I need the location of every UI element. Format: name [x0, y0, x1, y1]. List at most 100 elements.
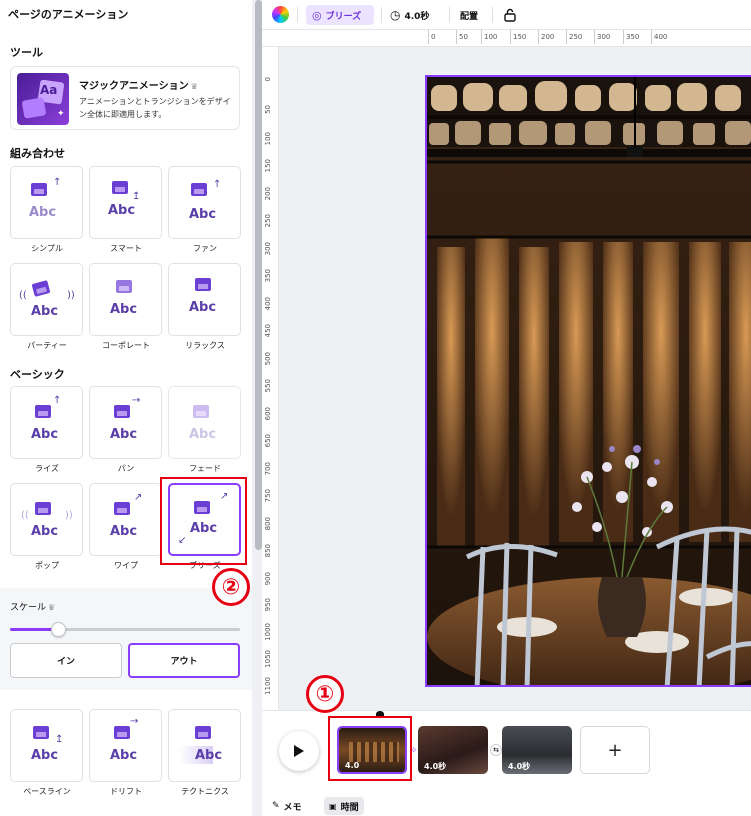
ruler-tick: 300 — [593, 30, 611, 44]
notes-label: メモ — [283, 802, 302, 813]
magic-thumb-text: Aa — [40, 83, 58, 97]
arrow-up-icon: ↑ — [53, 395, 62, 406]
anim-label: リラックス — [185, 341, 225, 350]
ruler-tick: 200 — [264, 187, 272, 201]
image-icon — [35, 405, 51, 418]
ruler-tick: 550 — [264, 379, 272, 393]
crown-icon: ♛ — [190, 82, 198, 91]
abc-text: Abc — [110, 427, 138, 442]
top-toolbar: ◎ ブリーズ ◷ 4.0秒 配置 — [262, 0, 751, 30]
magic-animation-card[interactable]: Aa ✦ マジックアニメーション ♛ アニメーションとトランジションをデザイン全体… — [10, 66, 240, 130]
image-icon — [114, 502, 130, 515]
ruler-tick: 1100 — [264, 677, 272, 695]
top-ruler: 0 50 100 150 200 250 300 350 400 — [262, 30, 751, 47]
anim-tile-pop[interactable]: (( )) Abc — [10, 483, 83, 556]
image-icon — [195, 726, 211, 739]
image-icon — [191, 183, 207, 196]
arrow-up-icon: ↥ — [132, 191, 141, 202]
duration-button[interactable]: ◷ 4.0秒 — [390, 5, 429, 25]
sparkle-icon: ✦ — [57, 109, 65, 119]
ruler-tick: 50 — [264, 105, 272, 114]
anim-tile-fun[interactable]: ↑ Abc — [168, 166, 241, 239]
anim-label: ライズ — [35, 464, 59, 473]
anim-tile-drift[interactable]: → Abc — [89, 709, 162, 782]
scale-in-button[interactable]: イン — [10, 643, 122, 678]
ruler-tick: 600 — [264, 407, 272, 421]
abc-text: Abc — [31, 427, 59, 442]
abc-text: Abc — [110, 748, 138, 763]
annotation-number-one: ① — [306, 675, 344, 713]
abc-text: Abc — [195, 748, 223, 763]
anim-tile-wipe[interactable]: ↗ Abc — [89, 483, 162, 556]
anim-label: テクトニクス — [181, 787, 229, 796]
annotation-number-two: ② — [212, 568, 250, 606]
ruler-tick: 300 — [264, 242, 272, 256]
ruler-tick: 0 — [427, 30, 436, 44]
ruler-tick: 950 — [264, 598, 272, 612]
abc-text: Abc — [110, 302, 138, 317]
arrow-right-icon: → — [132, 395, 141, 406]
abc-text: Abc — [31, 748, 59, 763]
basic-section-title: ベーシック — [10, 368, 65, 381]
animation-icon: ◎ — [312, 8, 322, 22]
shake-lines-icon: (( — [21, 510, 29, 521]
ruler-tick: 1050 — [264, 650, 272, 668]
ruler-tick: 1000 — [264, 623, 272, 641]
anim-tile-pan[interactable]: → Abc — [89, 386, 162, 459]
panel-scrollbar[interactable] — [255, 0, 262, 550]
anim-tile-smart[interactable]: ↥ Abc — [89, 166, 162, 239]
scale-out-button[interactable]: アウト — [128, 643, 240, 678]
shake-lines-icon: (( — [19, 290, 27, 301]
abc-text: Abc — [189, 300, 217, 315]
anim-label: スマート — [110, 244, 142, 253]
lock-button[interactable] — [504, 5, 516, 25]
ruler-tick: 100 — [264, 132, 272, 146]
animation-button[interactable]: ◎ ブリーズ — [306, 5, 374, 25]
timer-button[interactable]: ▣ 時間 — [324, 797, 364, 815]
unlock-icon — [504, 8, 516, 22]
anim-tile-baseline[interactable]: ↥ Abc — [10, 709, 83, 782]
play-icon — [294, 745, 304, 757]
annotation-box-breeze — [160, 477, 247, 565]
anim-tile-rise[interactable]: ↑ Abc — [10, 386, 83, 459]
shake-lines-icon: )) — [65, 510, 73, 521]
arrow-up-right-icon: ↗ — [134, 492, 143, 503]
ruler-tick: 350 — [264, 269, 272, 283]
add-page-button[interactable]: + — [580, 726, 650, 774]
ruler-tick: 400 — [264, 297, 272, 311]
duration-label: 4.0秒 — [404, 11, 430, 22]
anim-label: シンプル — [31, 244, 63, 253]
color-picker-button[interactable] — [272, 6, 289, 23]
arrow-right-icon: → — [130, 716, 139, 727]
play-button[interactable] — [279, 731, 319, 771]
ruler-tick: 150 — [509, 30, 527, 44]
clip-duration: 4.0秒 — [424, 762, 447, 771]
anim-tile-tectonics[interactable]: Abc — [168, 709, 241, 782]
timeline-clip-3[interactable]: 4.0秒 — [502, 726, 572, 774]
image-icon — [116, 280, 132, 293]
image-icon — [31, 280, 51, 297]
notes-button[interactable]: ✎ メモ — [272, 797, 302, 815]
arrow-up-icon: ↑ — [53, 177, 62, 188]
abc-text: Abc — [189, 427, 217, 442]
timer-label: 時間 — [340, 802, 359, 813]
timeline-clip-2[interactable]: 4.0秒 — [418, 726, 488, 774]
anim-tile-party[interactable]: (( )) Abc — [10, 263, 83, 336]
anim-label: ベースライン — [23, 787, 71, 796]
transition-icon[interactable]: ⇆ — [490, 744, 502, 756]
anim-tile-corporate[interactable]: Abc — [89, 263, 162, 336]
anim-tile-fade[interactable]: Abc — [168, 386, 241, 459]
ruler-tick: 0 — [264, 77, 272, 82]
image-icon — [114, 405, 130, 418]
anim-tile-simple[interactable]: ↑ Abc — [10, 166, 83, 239]
divider — [297, 7, 298, 23]
clock-icon: ◷ — [390, 8, 401, 22]
canvas-page-image[interactable] — [425, 75, 751, 687]
abc-text: Abc — [108, 203, 136, 218]
image-icon — [195, 278, 211, 291]
arrange-button[interactable]: 配置 — [460, 5, 478, 25]
anim-tile-relax[interactable]: Abc — [168, 263, 241, 336]
scale-slider-thumb[interactable] — [51, 622, 67, 637]
anim-label: ドリフト — [110, 787, 142, 796]
crown-icon: ♛ — [48, 603, 56, 612]
